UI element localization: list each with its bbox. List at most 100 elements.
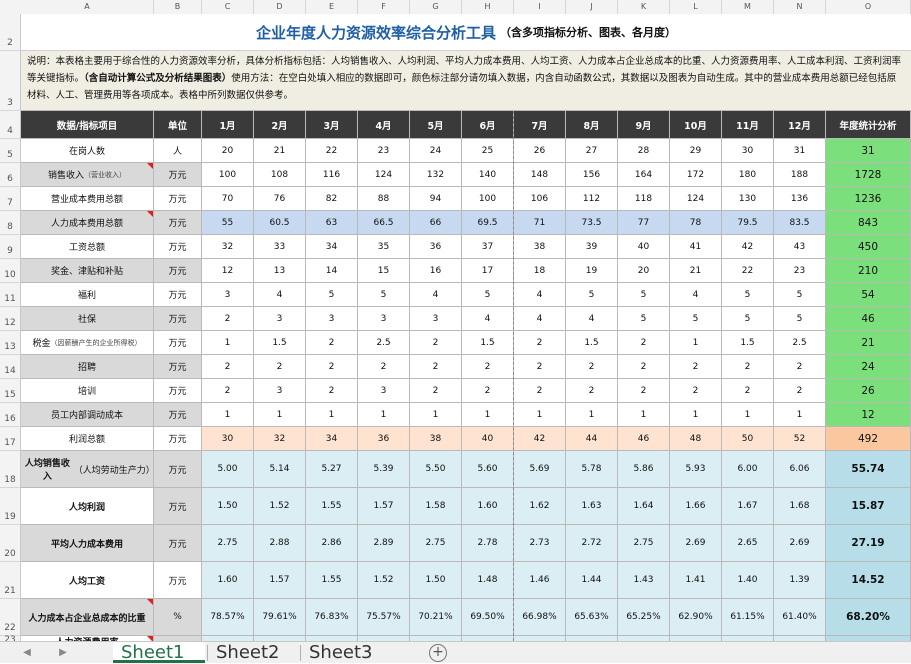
row-number[interactable]: 3 bbox=[0, 51, 21, 111]
annual-total-cell[interactable]: 55.74 bbox=[826, 451, 911, 488]
unit-cell[interactable]: 万元 bbox=[154, 488, 202, 525]
value-cell[interactable]: 136 bbox=[774, 187, 826, 211]
value-cell[interactable]: 2 bbox=[462, 379, 514, 403]
annual-total-cell[interactable]: 26 bbox=[826, 379, 911, 403]
value-cell[interactable]: 29 bbox=[670, 139, 722, 163]
row-label[interactable]: 福利 bbox=[21, 283, 154, 307]
column-letter[interactable]: A bbox=[21, 0, 154, 14]
value-cell[interactable]: 2.5 bbox=[358, 331, 410, 355]
value-cell[interactable]: 2.69 bbox=[670, 525, 722, 562]
row-label[interactable]: 人均销售收入 （人均劳动生产力） bbox=[21, 451, 154, 488]
annual-total-cell[interactable]: 210 bbox=[826, 259, 911, 283]
value-cell[interactable]: 2 bbox=[514, 379, 566, 403]
unit-cell[interactable]: 万元 bbox=[154, 283, 202, 307]
row-number[interactable]: 16 bbox=[0, 403, 21, 427]
row-number[interactable]: 8 bbox=[0, 211, 21, 235]
header-annual-total[interactable]: 年度统计分析 bbox=[826, 111, 911, 139]
row-number[interactable]: 5 bbox=[0, 139, 21, 163]
value-cell[interactable]: 2 bbox=[462, 355, 514, 379]
value-cell[interactable]: 112 bbox=[566, 187, 618, 211]
value-cell[interactable]: 2.5 bbox=[774, 331, 826, 355]
value-cell[interactable]: 16 bbox=[410, 259, 462, 283]
row-label[interactable]: 员工内部调动成本 bbox=[21, 403, 154, 427]
value-cell[interactable]: 1 bbox=[670, 331, 722, 355]
value-cell[interactable]: 6.00 bbox=[722, 451, 774, 488]
value-cell[interactable]: 30 bbox=[202, 427, 254, 451]
row-label[interactable]: 招聘 bbox=[21, 355, 154, 379]
value-cell[interactable]: 100 bbox=[462, 187, 514, 211]
header-month[interactable]: 4月 bbox=[358, 111, 410, 139]
value-cell[interactable]: 2 bbox=[306, 379, 358, 403]
spreadsheet-grid[interactable]: ABCDEFGHIJKLMNO 企业年度人力资源效率综合分析工具 （含多项指标分… bbox=[0, 0, 911, 641]
value-cell[interactable]: 50 bbox=[722, 427, 774, 451]
value-cell[interactable]: 1 bbox=[306, 403, 358, 427]
value-cell[interactable]: 3 bbox=[202, 283, 254, 307]
value-cell[interactable]: 44 bbox=[566, 427, 618, 451]
value-cell[interactable]: 1.57 bbox=[254, 562, 306, 599]
column-letter[interactable]: F bbox=[358, 0, 410, 14]
value-cell[interactable]: 63 bbox=[306, 211, 358, 235]
column-letter[interactable]: O bbox=[826, 0, 911, 14]
value-cell[interactable]: 15 bbox=[358, 259, 410, 283]
value-cell[interactable]: 43 bbox=[774, 235, 826, 259]
row-label[interactable]: 平均人力成本费用 bbox=[21, 525, 154, 562]
value-cell[interactable]: 164 bbox=[618, 163, 670, 187]
value-cell[interactable]: 5.39 bbox=[358, 451, 410, 488]
column-letter[interactable]: C bbox=[202, 0, 254, 14]
row-number[interactable]: 17 bbox=[0, 427, 21, 451]
value-cell[interactable]: 5 bbox=[358, 283, 410, 307]
unit-cell[interactable]: 万元 bbox=[154, 451, 202, 488]
value-cell[interactable]: 2.75 bbox=[618, 525, 670, 562]
value-cell[interactable]: 3 bbox=[254, 307, 306, 331]
value-cell[interactable]: 69.50% bbox=[462, 599, 514, 636]
value-cell[interactable]: 24 bbox=[410, 139, 462, 163]
value-cell[interactable]: 2.86 bbox=[306, 525, 358, 562]
value-cell[interactable]: 75.57% bbox=[358, 599, 410, 636]
value-cell[interactable]: 2 bbox=[514, 355, 566, 379]
value-cell[interactable]: 2 bbox=[202, 355, 254, 379]
value-cell[interactable]: 1 bbox=[462, 403, 514, 427]
value-cell[interactable]: 71 bbox=[514, 211, 566, 235]
value-cell[interactable]: 3 bbox=[358, 379, 410, 403]
value-cell[interactable]: 2.89 bbox=[358, 525, 410, 562]
value-cell[interactable]: 1 bbox=[410, 403, 462, 427]
unit-cell[interactable]: 万元 bbox=[154, 355, 202, 379]
value-cell[interactable]: 2 bbox=[514, 331, 566, 355]
annual-total-cell[interactable]: 14.52 bbox=[826, 562, 911, 599]
value-cell[interactable]: 2 bbox=[618, 355, 670, 379]
value-cell[interactable]: 2 bbox=[202, 379, 254, 403]
annual-total-cell[interactable]: 24 bbox=[826, 355, 911, 379]
value-cell[interactable]: 1.52 bbox=[358, 562, 410, 599]
value-cell[interactable]: 2 bbox=[410, 379, 462, 403]
value-cell[interactable]: 6.06 bbox=[774, 451, 826, 488]
row-label[interactable]: 培训 bbox=[21, 379, 154, 403]
value-cell[interactable]: 140 bbox=[462, 163, 514, 187]
value-cell[interactable]: 94 bbox=[410, 187, 462, 211]
annual-total-cell[interactable]: 15.87 bbox=[826, 488, 911, 525]
sheet-tab-sheet3[interactable]: Sheet3 bbox=[301, 642, 386, 663]
value-cell[interactable]: 2 bbox=[722, 379, 774, 403]
value-cell[interactable]: 34 bbox=[306, 235, 358, 259]
value-cell[interactable]: 1 bbox=[254, 403, 306, 427]
value-cell[interactable]: 36 bbox=[358, 427, 410, 451]
value-cell[interactable]: 38 bbox=[514, 235, 566, 259]
unit-cell[interactable]: 万元 bbox=[154, 187, 202, 211]
value-cell[interactable]: 2 bbox=[306, 331, 358, 355]
value-cell[interactable]: 2.69 bbox=[774, 525, 826, 562]
scroll-tabs-left-icon[interactable]: ◀ bbox=[20, 645, 34, 661]
value-cell[interactable]: 5 bbox=[722, 307, 774, 331]
value-cell[interactable]: 20 bbox=[618, 259, 670, 283]
value-cell[interactable]: 1.62 bbox=[514, 488, 566, 525]
value-cell[interactable]: 36 bbox=[410, 235, 462, 259]
value-cell[interactable]: 2 bbox=[410, 355, 462, 379]
value-cell[interactable]: 38 bbox=[410, 427, 462, 451]
value-cell[interactable]: 130 bbox=[722, 187, 774, 211]
value-cell[interactable]: 52 bbox=[774, 427, 826, 451]
row-number[interactable]: 13 bbox=[0, 331, 21, 355]
value-cell[interactable]: 23 bbox=[358, 139, 410, 163]
header-month[interactable]: 2月 bbox=[254, 111, 306, 139]
value-cell[interactable]: 2.75 bbox=[202, 525, 254, 562]
value-cell[interactable]: 27 bbox=[566, 139, 618, 163]
row-number[interactable]: 12 bbox=[0, 307, 21, 331]
value-cell[interactable]: 2 bbox=[358, 355, 410, 379]
